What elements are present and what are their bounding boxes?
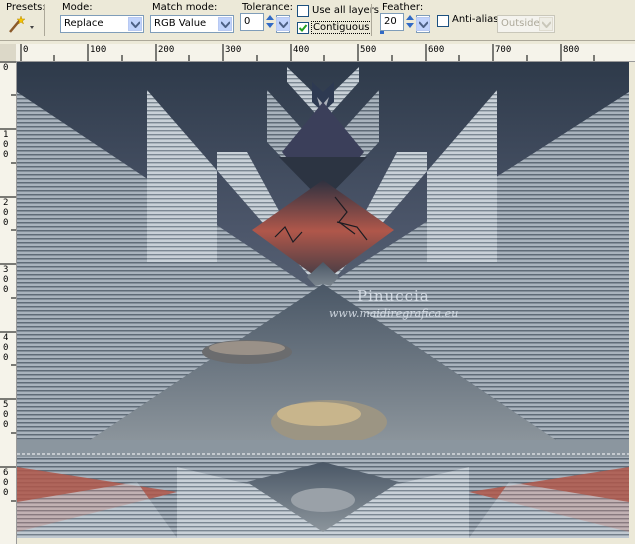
match-mode-select[interactable]: RGB Value [150, 15, 234, 33]
canvas-right-edge [629, 62, 635, 544]
use-all-layers-label: Use all layers [312, 5, 380, 16]
separator [371, 4, 372, 36]
ruler-label: 600 [3, 468, 9, 498]
ruler-label: 500 [3, 400, 9, 430]
ruler-label: 300 [3, 265, 9, 295]
feather-dropdown[interactable] [416, 15, 430, 33]
anti-alias-checkbox[interactable] [437, 15, 449, 27]
feather-input[interactable]: 20 [380, 13, 404, 31]
use-all-layers-checkbox[interactable] [297, 5, 309, 17]
ruler-label: 800 [563, 45, 580, 55]
vertical-ruler[interactable]: 0 100 200 300 400 500 600 [0, 61, 17, 544]
ruler-label: 400 [293, 45, 310, 55]
magic-wand-icon [9, 15, 34, 33]
tolerance-input[interactable]: 0 [240, 13, 264, 31]
ruler-label: 700 [495, 45, 512, 55]
tolerance-dropdown[interactable] [276, 15, 290, 33]
separator [44, 4, 45, 36]
anti-alias-label: Anti-alias [452, 14, 499, 25]
ruler-corner [0, 44, 16, 61]
ruler-label: 600 [428, 45, 445, 55]
ruler-label: 400 [3, 333, 9, 363]
spin-up-icon[interactable] [405, 13, 415, 21]
spin-down-icon[interactable] [265, 22, 275, 30]
chevron-down-icon[interactable] [128, 17, 142, 31]
checkmark-icon [298, 24, 308, 32]
canvas-artwork [17, 62, 629, 538]
chevron-down-icon[interactable] [276, 17, 290, 31]
feather-spinner[interactable] [404, 13, 416, 31]
contiguous-label: Contiguous [311, 21, 372, 34]
inside-outside-value: Outside [501, 18, 540, 29]
spin-up-icon[interactable] [265, 13, 275, 21]
tolerance-spinner[interactable] [264, 13, 276, 31]
chevron-down-icon[interactable] [218, 17, 232, 31]
watermark-title: Pinuccia [357, 287, 430, 305]
spin-down-icon[interactable] [405, 22, 415, 30]
tolerance-label: Tolerance: [242, 2, 294, 13]
feather-slider-indicator[interactable] [380, 31, 384, 34]
mode-label: Mode: [62, 2, 93, 13]
presets-label: Presets: [6, 2, 46, 13]
watermark-url: www.maidiregrafica.eu [329, 307, 459, 320]
image-canvas[interactable]: Pinuccia www.maidiregrafica.eu [17, 62, 629, 538]
ruler-label: 200 [3, 198, 9, 228]
ruler-label: 500 [360, 45, 377, 55]
ruler-label: 100 [3, 130, 9, 160]
match-mode-label: Match mode: [152, 2, 218, 13]
mode-select[interactable]: Replace [60, 15, 144, 33]
horizontal-ruler[interactable]: 0 100 200 300 400 500 600 700 800 [16, 44, 635, 62]
inside-outside-select[interactable]: Outside [497, 15, 555, 33]
ruler-label: 0 [3, 63, 9, 73]
tool-options-toolbar: Presets: Mode: Replace Match mode: RGB V… [0, 0, 635, 41]
contiguous-checkbox[interactable] [297, 22, 309, 34]
chevron-down-icon[interactable] [416, 17, 430, 31]
feather-label: Feather: [382, 2, 424, 13]
ruler-label: 200 [158, 45, 175, 55]
ruler-ticks [20, 44, 595, 61]
ruler-label: 100 [90, 45, 107, 55]
ruler-label: 300 [225, 45, 242, 55]
chevron-down-icon[interactable] [539, 17, 553, 31]
ruler-label: 0 [23, 45, 29, 55]
mode-value: Replace [64, 18, 104, 29]
match-mode-value: RGB Value [154, 18, 207, 29]
presets-button[interactable] [6, 14, 36, 34]
